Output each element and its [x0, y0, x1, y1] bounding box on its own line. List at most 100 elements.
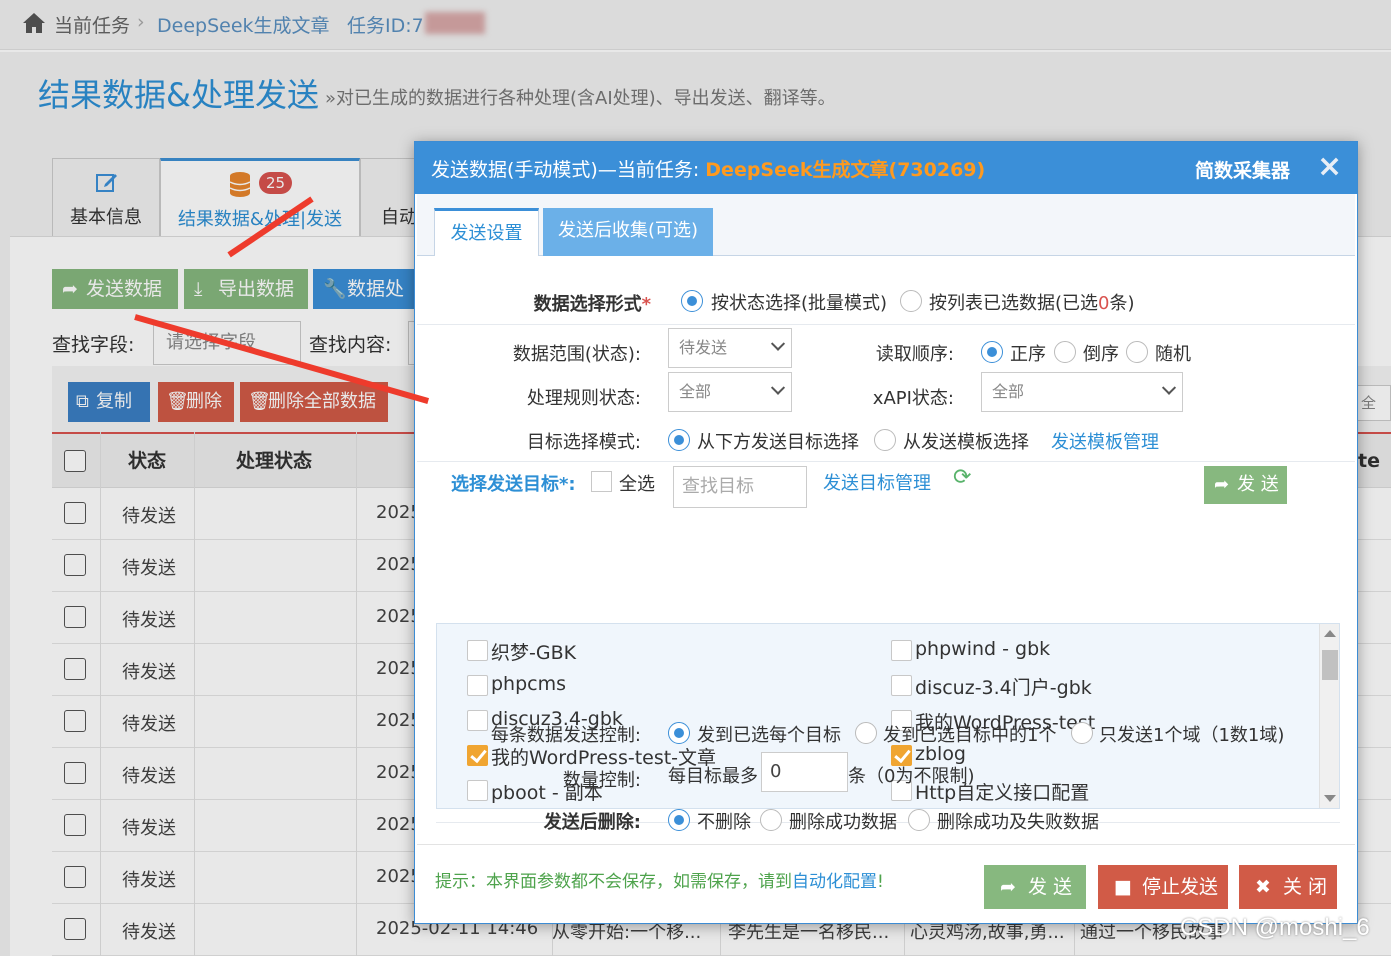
radio-target-list[interactable] — [668, 429, 690, 451]
dialog-footer: 提示：本界面参数都不会保存，如需保存，请到自动化配置! ➦ 发 送 ■ 停止发送 ✖… — [417, 844, 1355, 922]
read-order-label: 读取顺序: — [875, 344, 954, 365]
copy-label: 复制 — [96, 391, 132, 412]
row-checkbox[interactable] — [64, 554, 86, 576]
scroll-up-icon[interactable] — [1324, 630, 1336, 637]
required-mark: * — [641, 294, 651, 315]
target-item[interactable]: discuz-3.4门户-gbk — [891, 673, 1092, 700]
select-all-label: 全选 — [619, 474, 655, 495]
row-checkbox[interactable] — [64, 606, 86, 628]
header-status: 状态 — [128, 450, 167, 472]
tab-basic-info[interactable]: 基本信息 — [52, 158, 160, 238]
target-manage-link[interactable]: 发送目标管理 — [823, 469, 931, 495]
tab-auto[interactable]: 自动 — [360, 158, 420, 238]
copy-button[interactable]: ⧉ 复制 — [68, 382, 150, 422]
breadcrumb: 当前任务 › DeepSeek生成文章 任务ID:7 — [0, 0, 1391, 50]
target-checkbox[interactable] — [891, 675, 912, 696]
scroll-down-icon[interactable] — [1324, 795, 1336, 802]
tab-send-settings[interactable]: 发送设置 — [434, 208, 539, 257]
tab-result-data[interactable]: 25 结果数据&处理|发送 — [160, 158, 360, 238]
header-process-status: 处理状态 — [236, 450, 313, 472]
radio-delete-success-label: 删除成功数据 — [789, 812, 897, 833]
export-data-button[interactable]: ⤓ 导出数据 — [184, 269, 308, 309]
stop-send-button[interactable]: ■ 停止发送 — [1098, 865, 1228, 909]
radio-send-one-domain-label: 只发送1个域（1数1域) — [1099, 725, 1285, 746]
radio-order-random-label: 随机 — [1155, 344, 1191, 365]
target-checkbox[interactable] — [467, 640, 488, 661]
divider — [417, 324, 1355, 325]
data-process-button[interactable]: 🔧 数据处 — [313, 269, 423, 309]
select-all-targets-checkbox[interactable] — [591, 471, 612, 492]
radio-no-delete[interactable] — [668, 809, 690, 831]
xapi-status-select[interactable]: 全部 — [981, 372, 1183, 412]
tab-basic-info-label: 基本信息 — [70, 207, 142, 228]
close-button[interactable]: ✖ 关 闭 — [1239, 865, 1337, 909]
radio-status-mode[interactable] — [681, 290, 703, 312]
row-checkbox[interactable] — [64, 918, 86, 940]
radio-send-every-target[interactable] — [668, 722, 690, 744]
column-divider — [356, 432, 357, 956]
export-data-label: 导出数据 — [218, 278, 295, 300]
selection-mode-label-text: 数据选择形式 — [533, 294, 642, 315]
rule-status-value: 全部 — [679, 382, 712, 401]
refresh-icon[interactable]: ⟳ — [953, 465, 971, 490]
delete-button[interactable]: 🗑 删除 — [158, 382, 234, 422]
stop-icon: ■ — [1114, 876, 1132, 898]
row-checkbox[interactable] — [64, 658, 86, 680]
target-search-input[interactable]: 查找目标 — [673, 466, 807, 508]
send-data-button[interactable]: ➦ 发送数据 — [52, 269, 178, 309]
row-checkbox[interactable] — [64, 502, 86, 524]
send-small-button[interactable]: ➦ 发 送 — [1204, 466, 1287, 504]
radio-order-asc[interactable] — [981, 341, 1003, 363]
target-select-label: 选择发送目标*: — [451, 474, 576, 495]
row-checkbox[interactable] — [64, 814, 86, 836]
radio-target-template[interactable] — [874, 429, 896, 451]
row-checkbox[interactable] — [64, 866, 86, 888]
radio-send-one-domain[interactable] — [1071, 722, 1093, 744]
xapi-status-label: xAPI状态: — [872, 388, 954, 409]
close-icon[interactable]: × — [1317, 150, 1342, 184]
tab-post-send-collect[interactable]: 发送后收集(可选) — [543, 208, 713, 257]
scrollbar[interactable] — [1319, 624, 1339, 808]
row-checkbox[interactable] — [64, 762, 86, 784]
database-icon — [229, 172, 251, 197]
breadcrumb-task-id: 任务ID:7 — [347, 15, 424, 37]
share-icon: ➦ — [1000, 876, 1016, 898]
right-filter-select[interactable]: 全部 — [1356, 385, 1391, 421]
target-item[interactable]: 织梦-GBK — [467, 638, 576, 665]
row-status: 待发送 — [122, 818, 176, 839]
radio-list-mode[interactable] — [900, 290, 922, 312]
target-item[interactable]: phpcms — [467, 673, 566, 696]
radio-send-one-target[interactable] — [855, 722, 877, 744]
rule-status-select[interactable]: 全部 — [668, 372, 792, 412]
target-checkbox[interactable] — [467, 675, 488, 696]
send-button[interactable]: ➦ 发 送 — [984, 865, 1086, 909]
target-checkbox[interactable] — [467, 745, 488, 766]
watermark: CSDN @moshi_6 — [1180, 914, 1370, 941]
tab-result-data-label: 结果数据&处理|发送 — [177, 209, 343, 230]
target-item[interactable]: phpwind - gbk — [891, 638, 1050, 661]
breadcrumb-task-name[interactable]: DeepSeek生成文章 — [157, 11, 330, 38]
send-button-label: 发 送 — [1028, 876, 1073, 898]
row-status: 待发送 — [122, 766, 176, 787]
radio-order-random[interactable] — [1126, 341, 1148, 363]
wrench-icon: 🔧 — [323, 278, 347, 300]
radio-order-desc[interactable] — [1054, 341, 1076, 363]
quantity-input[interactable]: 0 — [761, 752, 848, 792]
template-manage-link[interactable]: 发送模板管理 — [1051, 428, 1159, 454]
page-title: 结果数据&处理发送 — [38, 76, 319, 114]
data-range-select[interactable]: 待发送 — [668, 328, 792, 368]
automation-config-link[interactable]: 自动化配置 — [792, 872, 877, 892]
scroll-thumb[interactable] — [1322, 650, 1338, 680]
row-checkbox[interactable] — [64, 710, 86, 732]
delete-all-button[interactable]: 🗑 删除全部数据 — [240, 382, 388, 422]
delete-all-label: 删除全部数据 — [268, 391, 376, 412]
target-checkbox[interactable] — [891, 640, 912, 661]
breadcrumb-current-task[interactable]: 当前任务 — [54, 11, 130, 38]
radio-delete-success[interactable] — [760, 809, 782, 831]
divider — [417, 461, 1355, 462]
quantity-suffix: 条（0为不限制) — [848, 766, 975, 787]
radio-delete-all-sent[interactable] — [908, 809, 930, 831]
row-status: 待发送 — [122, 870, 176, 891]
select-all-checkbox[interactable] — [64, 450, 86, 472]
home-icon[interactable] — [22, 12, 46, 34]
